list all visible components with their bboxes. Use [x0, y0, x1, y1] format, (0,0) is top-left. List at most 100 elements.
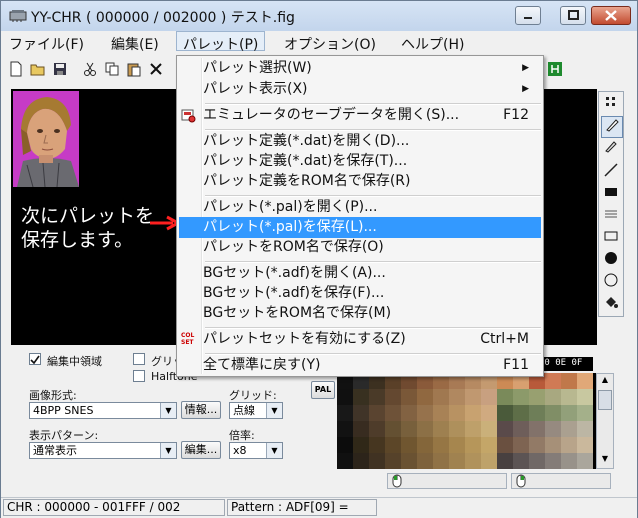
palette-swatch[interactable] — [401, 389, 417, 405]
palette-swatch[interactable] — [529, 421, 545, 437]
palette-swatch[interactable] — [577, 421, 593, 437]
pattern-select[interactable]: 通常表示 ▼ — [29, 442, 177, 459]
scroll-down-icon[interactable]: ▼ — [599, 454, 611, 466]
palette-swatch[interactable] — [561, 389, 577, 405]
palette-swatch[interactable] — [417, 453, 433, 469]
tool-line[interactable] — [601, 162, 621, 182]
edit-region-checkbox[interactable] — [29, 353, 41, 365]
palette-swatch[interactable] — [529, 437, 545, 453]
delete-button[interactable] — [146, 60, 166, 80]
halftone-checkbox[interactable] — [133, 370, 145, 382]
info-button[interactable]: 情報... — [181, 401, 221, 419]
palette-swatch[interactable] — [513, 421, 529, 437]
close-button[interactable] — [591, 6, 631, 25]
menu-save-pal-rom[interactable]: パレットをROM名で保存(O) — [179, 237, 541, 258]
palette-grid[interactable] — [337, 373, 593, 469]
palette-swatch[interactable] — [369, 437, 385, 453]
palette-swatch[interactable] — [401, 437, 417, 453]
palette-swatch[interactable] — [465, 421, 481, 437]
palette-swatch[interactable] — [529, 405, 545, 421]
scroll-up-icon[interactable]: ▲ — [599, 375, 611, 387]
menu-options[interactable]: オプション(O) — [284, 34, 376, 54]
palette-swatch[interactable] — [353, 389, 369, 405]
palette-swatch[interactable] — [337, 405, 353, 421]
palette-swatch[interactable] — [545, 453, 561, 469]
palette-swatch[interactable] — [465, 437, 481, 453]
tool-circle[interactable] — [601, 272, 621, 292]
toolbar-tool-right[interactable] — [545, 60, 565, 80]
palette-swatch[interactable] — [465, 453, 481, 469]
tool-rect[interactable] — [601, 228, 621, 248]
palette-swatch[interactable] — [417, 437, 433, 453]
palette-swatch[interactable] — [401, 405, 417, 421]
menu-enable-palette-set[interactable]: COL SET パレットセットを有効にする(Z) Ctrl+M — [179, 329, 541, 350]
palette-swatch[interactable] — [385, 437, 401, 453]
zoom-select[interactable]: x8 ▼ — [229, 442, 283, 459]
palette-swatch[interactable] — [369, 453, 385, 469]
palette-swatch[interactable] — [353, 421, 369, 437]
edit-pattern-button[interactable]: 編集... — [181, 441, 221, 459]
palette-swatch[interactable] — [577, 373, 593, 389]
palette-swatch[interactable] — [385, 405, 401, 421]
palette-swatch[interactable] — [337, 437, 353, 453]
palette-swatch[interactable] — [465, 405, 481, 421]
palette-swatch[interactable] — [353, 453, 369, 469]
palette-swatch[interactable] — [369, 405, 385, 421]
palette-swatch[interactable] — [353, 437, 369, 453]
menu-save-adf[interactable]: BGセット(*.adf)を保存(F)... — [179, 283, 541, 304]
menu-open-adf[interactable]: BGセット(*.adf)を開く(A)... — [179, 263, 541, 284]
palette-swatch[interactable] — [561, 453, 577, 469]
palette-swatch[interactable] — [353, 405, 369, 421]
palette-swatch[interactable] — [561, 421, 577, 437]
grid-type-select[interactable]: 点線 ▼ — [229, 402, 283, 419]
palette-swatch[interactable] — [449, 437, 465, 453]
palette-swatch[interactable] — [577, 453, 593, 469]
palette-swatch[interactable] — [577, 389, 593, 405]
palette-swatch[interactable] — [385, 453, 401, 469]
menu-save-dat-rom[interactable]: パレット定義をROM名で保存(R) — [179, 171, 541, 192]
palette-swatch[interactable] — [433, 437, 449, 453]
tool-pattern[interactable] — [601, 206, 621, 226]
cut-button[interactable] — [80, 60, 100, 80]
palette-swatch[interactable] — [545, 389, 561, 405]
palette-swatch[interactable] — [561, 373, 577, 389]
menu-open-pal[interactable]: パレット(*.pal)を開く(P)... — [179, 197, 541, 218]
palette-swatch[interactable] — [545, 421, 561, 437]
tool-fill[interactable] — [601, 294, 621, 314]
open-file-button[interactable] — [28, 60, 48, 80]
menu-palette-display[interactable]: パレット表示(X) ▶ — [179, 79, 541, 100]
palette-swatch[interactable] — [497, 405, 513, 421]
palette-swatch[interactable] — [385, 389, 401, 405]
palette-swatch[interactable] — [449, 405, 465, 421]
palette-swatch[interactable] — [417, 389, 433, 405]
palette-swatch[interactable] — [401, 453, 417, 469]
pal-button[interactable]: PAL — [311, 381, 335, 399]
palette-swatch[interactable] — [529, 453, 545, 469]
palette-swatch[interactable] — [449, 453, 465, 469]
palette-swatch[interactable] — [433, 389, 449, 405]
palette-scrollbar[interactable]: ▲ ▼ — [596, 373, 614, 469]
palette-swatch[interactable] — [433, 405, 449, 421]
palette-swatch[interactable] — [449, 389, 465, 405]
palette-swatch[interactable] — [561, 405, 577, 421]
palette-swatch[interactable] — [401, 421, 417, 437]
menu-open-dat[interactable]: パレット定義(*.dat)を開く(D)... — [179, 131, 541, 152]
palette-swatch[interactable] — [497, 389, 513, 405]
palette-swatch[interactable] — [369, 389, 385, 405]
palette-swatch[interactable] — [545, 437, 561, 453]
palette-swatch[interactable] — [545, 373, 561, 389]
palette-swatch[interactable] — [337, 453, 353, 469]
palette-swatch[interactable] — [513, 437, 529, 453]
palette-swatch[interactable] — [369, 421, 385, 437]
palette-swatch[interactable] — [337, 421, 353, 437]
menu-save-dat[interactable]: パレット定義(*.dat)を保存(T)... — [179, 151, 541, 172]
tool-grid[interactable] — [601, 94, 621, 114]
palette-swatch[interactable] — [481, 389, 497, 405]
palette-swatch[interactable] — [481, 437, 497, 453]
palette-swatch[interactable] — [577, 405, 593, 421]
palette-swatch[interactable] — [417, 421, 433, 437]
palette-swatch[interactable] — [529, 389, 545, 405]
palette-swatch[interactable] — [449, 421, 465, 437]
palette-swatch[interactable] — [481, 405, 497, 421]
palette-swatch[interactable] — [385, 421, 401, 437]
